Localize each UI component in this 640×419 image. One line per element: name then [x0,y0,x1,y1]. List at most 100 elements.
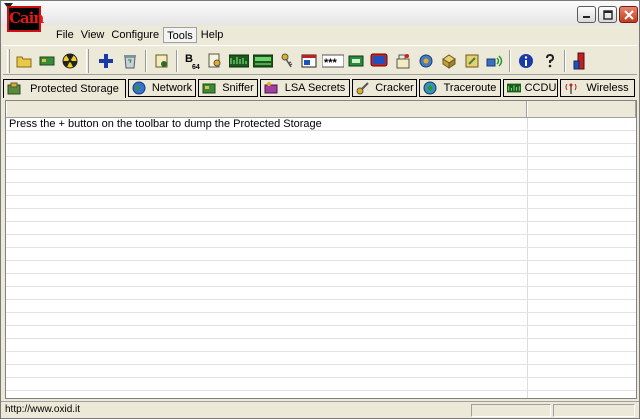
hash-calculator-button[interactable] [229,51,249,71]
list-row-empty[interactable] [6,378,636,391]
tab-traceroute[interactable]: Traceroute [419,79,501,97]
open-folder-icon [16,56,32,68]
menu-configure[interactable]: Configure [108,27,162,43]
key-search-button[interactable] [205,51,225,71]
base64-button[interactable]: B 64 [182,51,202,71]
rsa-calculator-icon [253,54,273,68]
wireless-icon [565,83,577,94]
box-button[interactable] [439,51,459,71]
lock-button[interactable] [462,51,482,71]
list-row-empty[interactable] [6,274,636,287]
list-row-empty[interactable] [6,157,636,170]
list-row-empty[interactable] [6,339,636,352]
list-row-empty[interactable] [6,209,636,222]
lock-box-icon [348,55,364,67]
list-row-empty[interactable] [6,235,636,248]
key-button[interactable] [277,51,297,71]
traceroute-icon [423,81,437,95]
maximize-icon [602,9,613,20]
maximize-button[interactable] [598,6,617,23]
base64-icon: B64 [185,53,200,70]
tab-cracker[interactable]: Cracker [352,79,417,97]
add-button[interactable] [96,51,116,71]
menu-help[interactable]: Help [198,27,227,43]
plus-icon [99,54,113,68]
list-row-empty[interactable] [6,261,636,274]
certificate-button[interactable] [152,51,172,71]
lock-box-button[interactable] [346,51,366,71]
exit-button[interactable] [570,51,590,71]
lock-icon [465,54,479,68]
base64-sub: 64 [192,64,200,70]
tab-label: Cracker [375,82,414,94]
ccdu-icon [507,83,521,93]
column-header-1[interactable] [6,101,527,117]
globe-icon [132,81,146,95]
close-icon [623,9,634,20]
list-row-empty[interactable] [6,391,636,398]
keys-button[interactable] [416,51,436,71]
toolbar-grip-2[interactable] [86,49,89,73]
list-header [6,101,636,118]
title-bar[interactable] [1,1,639,25]
password-window-icon [301,54,317,68]
list-row-empty[interactable] [6,352,636,365]
key-search-icon [208,53,221,68]
list-row-empty[interactable] [6,144,636,157]
network-card-icon [39,56,55,66]
tab-protected-storage[interactable]: Protected Storage [3,79,126,98]
protected-storage-list[interactable]: Press the + button on the toolbar to dum… [5,100,637,399]
asterisk-label: *** [324,57,338,68]
wifi-button[interactable] [485,51,505,71]
tab-label: Sniffer [222,82,254,94]
menu-view[interactable]: View [78,27,108,43]
list-row-empty[interactable] [6,183,636,196]
help-icon [546,53,555,68]
list-row-empty[interactable] [6,326,636,339]
column-header-2[interactable] [527,101,636,117]
list-row-empty[interactable] [6,248,636,261]
menu-tools[interactable]: Tools [163,27,197,43]
status-pane-2 [553,404,635,417]
tab-label: LSA Secrets [284,82,346,94]
rsa-calculator-button[interactable] [253,51,273,71]
password-window-button[interactable] [299,51,319,71]
network-card-button[interactable] [37,51,57,71]
toolbar-grip[interactable] [7,49,10,73]
list-row-message[interactable]: Press the + button on the toolbar to dum… [6,118,636,131]
list-row-empty[interactable] [6,196,636,209]
list-row-empty[interactable] [6,131,636,144]
tab-ccdu[interactable]: CCDU [503,79,558,97]
tab-label: Traceroute [443,82,497,94]
list-row-empty[interactable] [6,170,636,183]
monitor-icon [370,53,388,67]
list-row-empty[interactable] [6,313,636,326]
open-folder-button[interactable] [14,51,34,71]
minimize-button[interactable] [577,6,596,23]
tab-wireless[interactable]: Wireless [560,79,635,97]
remove-button[interactable] [120,51,140,71]
help-button[interactable] [540,51,560,71]
menu-file[interactable]: File [53,27,77,43]
asterisk-password-button[interactable]: *** [322,51,344,71]
list-row-empty[interactable] [6,365,636,378]
route-button[interactable] [393,51,413,71]
exit-icon [573,52,585,70]
tab-network[interactable]: Network [128,79,196,97]
close-button[interactable] [619,6,638,23]
list-row-empty[interactable] [6,287,636,300]
cracker-icon [356,82,369,95]
monitor-button[interactable] [369,51,389,71]
key-icon [281,53,293,68]
list-row-empty[interactable] [6,300,636,313]
asterisk-password-icon: *** [322,54,344,68]
list-row-empty[interactable] [6,222,636,235]
recycle-bin-icon [124,55,136,69]
radiation-button[interactable] [60,51,80,71]
tab-lsa-secrets[interactable]: LSA Secrets [260,79,350,97]
tab-label: Network [151,82,193,94]
tab-sniffer[interactable]: Sniffer [198,79,258,97]
info-button[interactable] [516,51,536,71]
certificate-icon [155,54,168,68]
wifi-icon [486,55,503,67]
